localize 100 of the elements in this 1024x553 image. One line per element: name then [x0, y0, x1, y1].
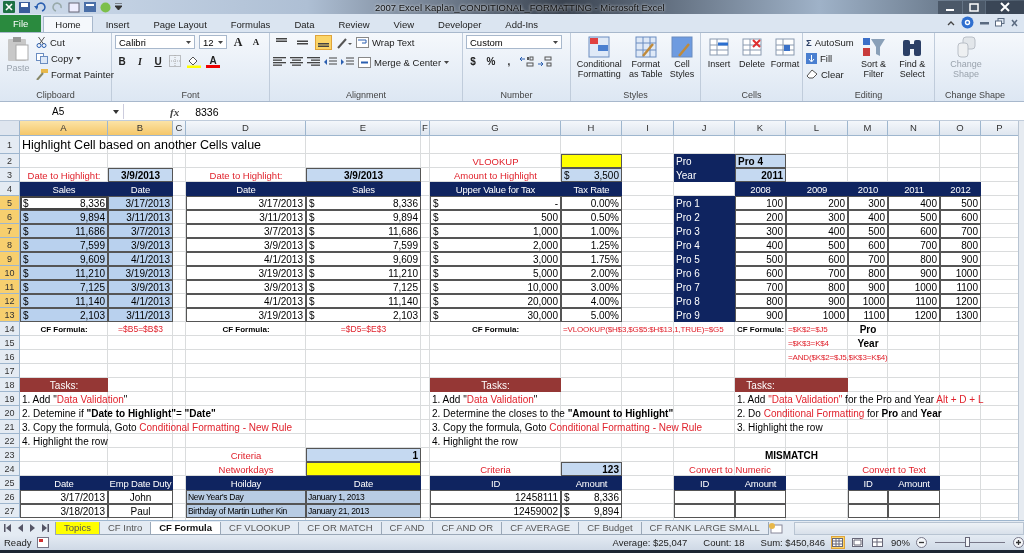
ribbon-tab[interactable]: Developer	[427, 16, 493, 32]
column-header[interactable]: H	[561, 121, 622, 136]
row-header[interactable]: 5	[0, 196, 20, 210]
column-header[interactable]: N	[888, 121, 940, 136]
row-header[interactable]: 27	[0, 504, 20, 518]
row-header[interactable]: 19	[0, 392, 20, 406]
column-header[interactable]: G	[430, 121, 561, 136]
print-preview-icon[interactable]	[68, 1, 80, 13]
row-header[interactable]: 11	[0, 280, 20, 294]
slider-thumb[interactable]	[964, 537, 970, 547]
number-format-dropdown[interactable]: Custom	[466, 35, 562, 49]
next-sheet-icon[interactable]	[28, 524, 37, 532]
last-sheet-icon[interactable]	[40, 524, 49, 532]
normal-view-button[interactable]	[831, 536, 845, 549]
sheet-tab[interactable]: CF RANK LARGE SMALL	[640, 521, 769, 535]
column-header[interactable]: P	[981, 121, 1018, 136]
row-header[interactable]: 15	[0, 336, 20, 350]
styles-button[interactable]: Cell Styles	[667, 35, 697, 80]
clear-button[interactable]: Clear	[806, 67, 854, 81]
save-icon[interactable]	[19, 1, 30, 13]
fill-button[interactable]: Fill	[806, 51, 854, 65]
horizontal-align-icon[interactable]	[273, 57, 286, 67]
column-header[interactable]: A	[20, 121, 108, 136]
ribbon-tab[interactable]: Home	[43, 16, 93, 32]
page-break-view-button[interactable]	[871, 536, 885, 549]
copy-button[interactable]: Copy	[36, 51, 114, 65]
customize-caret-icon[interactable]	[115, 3, 122, 11]
bold-button[interactable]: B	[115, 54, 129, 68]
row-header[interactable]: 17	[0, 364, 20, 378]
restore-window-icon[interactable]	[995, 18, 1005, 27]
currency-button[interactable]: $	[466, 54, 480, 68]
column-header[interactable]: D	[186, 121, 306, 136]
increase-decimal-icon[interactable]	[520, 55, 534, 67]
name-box[interactable]: A5	[0, 104, 124, 119]
column-header[interactable]: B	[108, 121, 173, 136]
increase-indent-icon[interactable]	[341, 57, 354, 67]
vertical-scrollbar[interactable]	[1018, 121, 1024, 520]
ribbon-tab[interactable]: Page Layout	[142, 16, 218, 32]
vertical-align-button[interactable]	[315, 35, 332, 50]
sort-filter-button[interactable]: Sort & Filter	[856, 35, 891, 80]
percent-button[interactable]: %	[484, 54, 498, 68]
styles-button[interactable]: Format as Table	[627, 35, 664, 80]
row-header[interactable]: 13	[0, 308, 20, 322]
styles-button[interactable]: Conditional Formatting	[574, 35, 625, 80]
first-sheet-icon[interactable]	[4, 524, 13, 532]
excel-icon[interactable]	[3, 1, 15, 13]
row-header[interactable]: 25	[0, 476, 20, 490]
column-header[interactable]: K	[735, 121, 786, 136]
autosum-button[interactable]: Σ AutoSum	[806, 35, 854, 49]
ribbon-tab[interactable]: Review	[327, 16, 381, 32]
collapse-ribbon-icon[interactable]	[947, 19, 955, 26]
zoom-out-icon[interactable]	[916, 537, 927, 548]
row-header[interactable]: 8	[0, 238, 20, 252]
ribbon-tab[interactable]: Data	[283, 16, 326, 32]
cut-button[interactable]: Cut	[36, 35, 114, 49]
insert-function-button[interactable]: fx	[130, 105, 190, 118]
sheet-tab[interactable]: Topics	[55, 521, 100, 535]
ribbon-tab[interactable]: Add-Ins	[494, 16, 550, 32]
row-header[interactable]: 2	[0, 154, 20, 168]
column-header[interactable]: O	[940, 121, 981, 136]
decrease-indent-icon[interactable]	[324, 57, 337, 67]
close-workbook-icon[interactable]	[1011, 18, 1018, 27]
font-color-button[interactable]: A	[206, 54, 220, 68]
horizontal-align-icon[interactable]	[307, 57, 320, 67]
font-size-dropdown[interactable]: 12	[199, 35, 227, 49]
row-header[interactable]: 10	[0, 266, 20, 280]
sheet-tab[interactable]: CF Budget	[578, 521, 642, 535]
format-painter-button[interactable]: Format Painter	[36, 67, 114, 81]
fill-color-icon[interactable]	[186, 54, 202, 68]
row-header[interactable]: 1	[0, 136, 20, 154]
sheet-tab[interactable]: CF Formula	[150, 521, 222, 535]
wrap-text-button[interactable]: Wrap Text	[356, 35, 415, 50]
row-header[interactable]: 24	[0, 462, 20, 476]
close-icon[interactable]	[986, 0, 1024, 14]
macro-record-icon[interactable]	[37, 537, 50, 548]
maximize-icon[interactable]	[963, 0, 985, 14]
cells-button[interactable]: Insert	[704, 35, 734, 70]
row-header[interactable]: 18	[0, 378, 20, 392]
shrink-font-button[interactable]: A	[249, 35, 263, 49]
row-header[interactable]: 9	[0, 252, 20, 266]
row-header[interactable]: 16	[0, 350, 20, 364]
italic-button[interactable]: I	[133, 54, 147, 68]
cells-button[interactable]: Format	[770, 35, 800, 70]
page-layout-view-button[interactable]	[851, 536, 865, 549]
row-header[interactable]: 23	[0, 448, 20, 462]
previous-sheet-icon[interactable]	[16, 524, 25, 532]
row-header[interactable]: 26	[0, 490, 20, 504]
orientation-icon[interactable]	[336, 36, 352, 49]
row-header[interactable]: 3	[0, 168, 20, 182]
row-header[interactable]: 21	[0, 420, 20, 434]
column-header[interactable]: L	[786, 121, 848, 136]
ribbon-tab[interactable]: File	[0, 15, 42, 32]
column-header[interactable]: E	[306, 121, 421, 136]
column-header[interactable]: M	[848, 121, 888, 136]
find-select-button[interactable]: Find & Select	[893, 35, 931, 80]
grow-font-button[interactable]: A	[231, 35, 245, 49]
zoom-in-icon[interactable]	[1013, 537, 1024, 548]
merge-center-button[interactable]: Merge & Center	[358, 55, 450, 69]
comma-button[interactable]: ,	[502, 54, 516, 68]
row-header[interactable]: 6	[0, 210, 20, 224]
